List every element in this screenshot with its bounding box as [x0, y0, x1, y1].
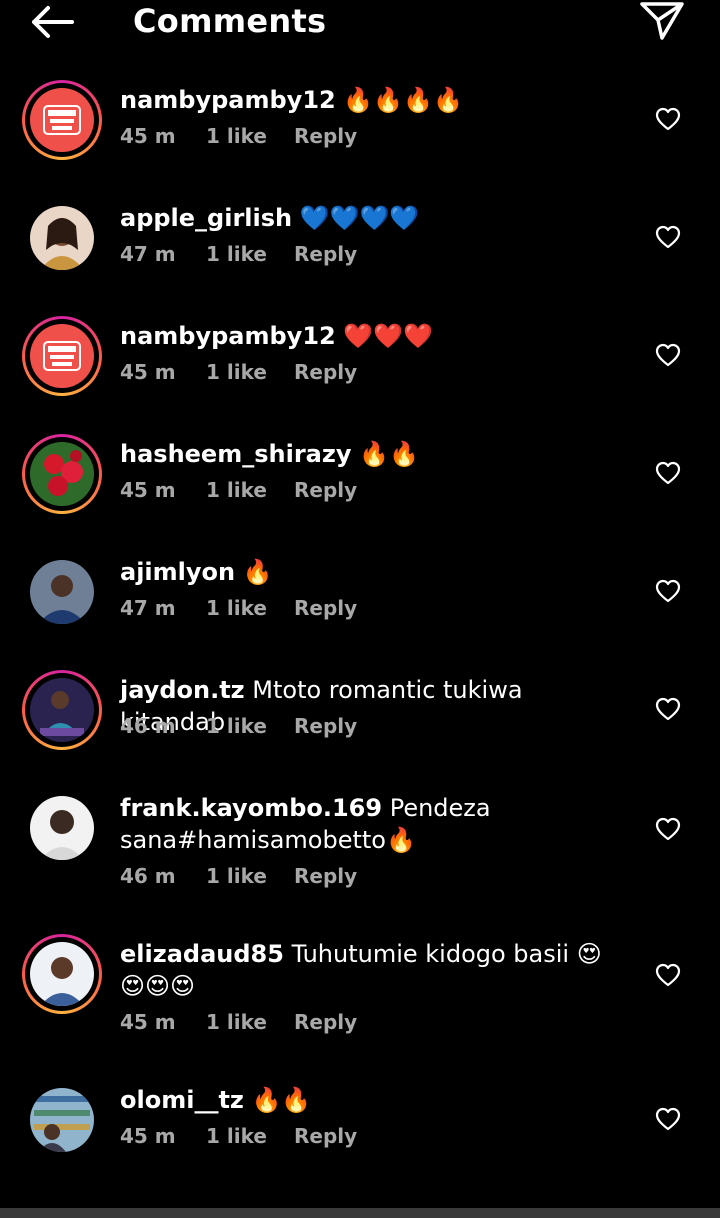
comment-like-count[interactable]: 1 like [206, 478, 294, 502]
heart-outline-icon[interactable] [654, 106, 682, 132]
comment-time: 45 m [120, 124, 176, 148]
comment-username[interactable]: ajimlyon [120, 558, 235, 586]
man-portrait-image [30, 560, 94, 624]
comment-text: apple_girlish 💙💙💙💙 [120, 202, 620, 234]
next-comment-peek [0, 1208, 720, 1218]
comment-meta: 46 m 1 like Reply [120, 864, 357, 888]
reply-button[interactable]: Reply [294, 124, 357, 148]
comment-message: 🔥🔥 [243, 1086, 312, 1114]
comment-meta: 45 m 1 like Reply [120, 124, 357, 148]
woman-portrait-image [30, 206, 94, 270]
comment-username[interactable]: elizadaud85 [120, 940, 284, 968]
comment-message: 💙💙💙💙 [292, 204, 420, 232]
reply-button[interactable]: Reply [294, 864, 357, 888]
paper-plane-icon[interactable] [638, 0, 686, 42]
avatar[interactable] [22, 788, 102, 868]
comment-message: 🔥🔥🔥🔥 [335, 86, 463, 114]
woman-blue-image [30, 942, 94, 1006]
reply-button[interactable]: Reply [294, 360, 357, 384]
roses-image [30, 442, 94, 506]
comment-message: 🔥 [235, 558, 273, 586]
comment-text: hasheem_shirazy 🔥🔥 [120, 438, 620, 470]
comment-time: 45 m [120, 1010, 176, 1034]
comment-like-count[interactable]: 1 like [206, 1124, 294, 1148]
avatar[interactable] [22, 198, 102, 278]
reply-button[interactable]: Reply [294, 242, 357, 266]
avatar[interactable] [22, 80, 102, 160]
profile-badge-image [30, 88, 94, 152]
comment-meta: 47 m 1 like Reply [120, 242, 357, 266]
heart-outline-icon[interactable] [654, 962, 682, 988]
comment-like-count[interactable]: 1 like [206, 124, 294, 148]
comment-time: 45 m [120, 478, 176, 502]
comment-time: 45 m [120, 1124, 176, 1148]
comment-meta: 45 m 1 like Reply [120, 1010, 357, 1034]
comment-time: 47 m [120, 242, 176, 266]
avatar[interactable] [22, 552, 102, 632]
heart-outline-icon[interactable] [654, 816, 682, 842]
reply-button[interactable]: Reply [294, 596, 357, 620]
header: Comments [0, 0, 720, 50]
comment-username[interactable]: olomi__tz [120, 1086, 244, 1114]
heart-outline-icon[interactable] [654, 342, 682, 368]
comment-username[interactable]: apple_girlish [120, 204, 292, 232]
avatar[interactable] [22, 316, 102, 396]
comment-like-count[interactable]: 1 like [206, 714, 294, 738]
avatar[interactable] [22, 434, 102, 514]
comment-text: ajimlyon 🔥 [120, 556, 620, 588]
man-seated-image [30, 678, 94, 742]
avatar[interactable] [22, 670, 102, 750]
man-portrait-light-image [30, 796, 94, 860]
heart-outline-icon[interactable] [654, 224, 682, 250]
comment-message: 🔥🔥 [351, 440, 419, 468]
comment-text: elizadaud85 Tuhutumie kidogo basii 😍😍😍😍 [120, 938, 620, 1002]
comment-username[interactable]: jaydon.tz [120, 676, 245, 704]
comment-time: 46 m [120, 714, 176, 738]
comment-time: 45 m [120, 360, 176, 384]
comment-username[interactable]: namby​pamby12 [120, 86, 336, 114]
reply-button[interactable]: Reply [294, 1010, 357, 1034]
comment-meta: 47 m 1 like Reply [120, 596, 357, 620]
arrow-left-icon[interactable] [28, 2, 76, 42]
comment-like-count[interactable]: 1 like [206, 360, 294, 384]
comment-message: ❤️❤️❤️ [335, 322, 433, 350]
reply-button[interactable]: Reply [294, 714, 357, 738]
comment-text: olomi__tz 🔥🔥 [120, 1084, 620, 1116]
comment-username[interactable]: hasheem_shirazy [120, 440, 351, 468]
heart-outline-icon[interactable] [654, 696, 682, 722]
avatar[interactable] [22, 934, 102, 1014]
heart-outline-icon[interactable] [654, 578, 682, 604]
reply-button[interactable]: Reply [294, 478, 357, 502]
profile-badge-image [30, 324, 94, 388]
comment-text: namby​pamby12 🔥🔥🔥🔥 [120, 84, 620, 116]
page-title: Comments [133, 2, 327, 40]
comment-text: frank.kayombo.169 Pendeza sana#hamisamob… [120, 792, 620, 856]
heart-outline-icon[interactable] [654, 460, 682, 486]
avatar[interactable] [22, 1080, 102, 1160]
shop-shelves-image [30, 1088, 94, 1152]
comment-like-count[interactable]: 1 like [206, 864, 294, 888]
heart-outline-icon[interactable] [654, 1106, 682, 1132]
comment-like-count[interactable]: 1 like [206, 596, 294, 620]
comment-meta: 45 m 1 like Reply [120, 360, 357, 384]
comment-username[interactable]: namby​pamby12 [120, 322, 336, 350]
comment-time: 46 m [120, 864, 176, 888]
comment-meta: 46 m 1 like Reply [120, 714, 357, 738]
comment-text: namby​pamby12 ❤️❤️❤️ [120, 320, 620, 352]
comment-like-count[interactable]: 1 like [206, 1010, 294, 1034]
comment-time: 47 m [120, 596, 176, 620]
comment-username[interactable]: frank.kayombo.169 [120, 794, 382, 822]
reply-button[interactable]: Reply [294, 1124, 357, 1148]
comment-meta: 45 m 1 like Reply [120, 1124, 357, 1148]
comment-meta: 45 m 1 like Reply [120, 478, 357, 502]
comment-like-count[interactable]: 1 like [206, 242, 294, 266]
